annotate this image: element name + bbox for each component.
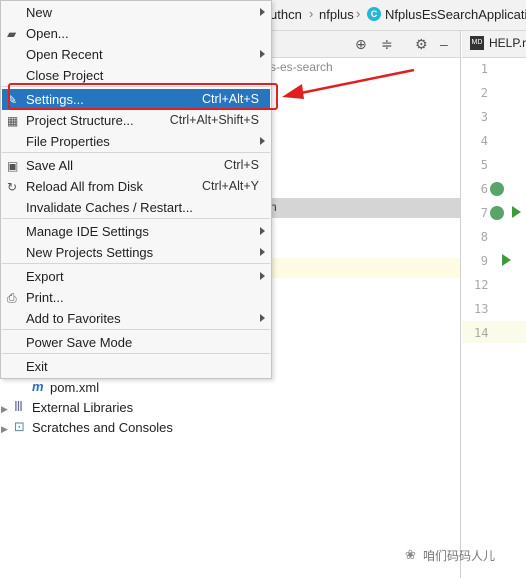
menu-item-save-all[interactable]: ▣ Save All Ctrl+S [2, 155, 270, 176]
line-number: 13 [474, 302, 489, 316]
run-icon[interactable] [512, 206, 521, 218]
tree-item-external-libraries[interactable]: External Libraries [32, 400, 133, 415]
collapse-icon[interactable]: ≑ [381, 36, 393, 53]
menu-item-reload[interactable]: ↻ Reload All from Disk Ctrl+Alt+Y [2, 176, 270, 197]
menu-separator [2, 218, 270, 219]
menu-item-power-save-mode[interactable]: Power Save Mode [2, 332, 270, 353]
line-number: 8 [480, 230, 488, 244]
gear-icon[interactable]: ⚙ [415, 36, 428, 53]
breadcrumb-item[interactable]: uthcn [270, 7, 302, 22]
print-icon: ⎙ [7, 291, 17, 305]
tree-item-pom[interactable]: pom.xml [50, 380, 99, 395]
minimize-icon[interactable]: – [440, 36, 448, 52]
menu-separator [2, 263, 270, 264]
scratches-icon: ⊡ [14, 419, 25, 434]
line-number: 3 [480, 110, 488, 124]
expand-arrow-icon[interactable]: ▶ [1, 424, 8, 435]
wechat-icon: ❀ [405, 547, 416, 562]
maven-icon: m [32, 379, 44, 394]
chevron-right-icon: › [309, 6, 314, 21]
line-number: 6 [480, 182, 488, 196]
line-number: 4 [480, 134, 488, 148]
submenu-arrow-icon [260, 8, 265, 16]
menu-item-new[interactable]: New [2, 2, 270, 23]
submenu-arrow-icon [260, 314, 265, 322]
project-panel-header: ⊕ ≑ ⚙ – [270, 31, 460, 58]
submenu-arrow-icon [260, 227, 265, 235]
line-number: 2 [480, 86, 488, 100]
libraries-icon: Ⅲ [14, 399, 23, 414]
breadcrumb-item[interactable]: nfplus [319, 7, 354, 22]
line-number: 5 [480, 158, 488, 172]
menu-item-new-projects-settings[interactable]: New Projects Settings [2, 242, 270, 263]
menu-separator [2, 353, 270, 354]
chevron-right-icon: › [356, 6, 361, 21]
submenu-arrow-icon [260, 272, 265, 280]
menu-item-add-to-favorites[interactable]: Add to Favorites [2, 308, 270, 329]
watermark-text: 咱们码码人儿 [423, 549, 496, 563]
locate-icon[interactable]: ⊕ [355, 36, 367, 53]
editor-tab-label[interactable]: HELP.r [489, 36, 526, 50]
editor-gutter: 1 2 3 4 5 6 7 8 9 12 13 14 [462, 58, 526, 578]
menu-item-open[interactable]: ▰ Open... [2, 23, 270, 44]
spring-bean-icon[interactable] [490, 182, 504, 196]
spring-class-icon: C [367, 7, 381, 21]
tree-item-scratches[interactable]: Scratches and Consoles [32, 420, 173, 435]
markdown-file-icon: MD [470, 36, 484, 50]
folder-icon: ▰ [7, 27, 17, 41]
menu-item-exit[interactable]: Exit [2, 356, 270, 377]
line-number: 14 [474, 326, 489, 340]
expand-arrow-icon[interactable]: ▶ [1, 404, 8, 415]
submenu-arrow-icon [260, 50, 265, 58]
menu-item-file-properties[interactable]: File Properties [2, 131, 270, 152]
menu-separator [2, 152, 270, 153]
run-icon[interactable] [502, 254, 511, 266]
structure-icon: ▦ [7, 114, 19, 128]
menu-item-print[interactable]: ⎙ Print... [2, 287, 270, 308]
line-number: 7 [480, 206, 488, 220]
panel-divider[interactable] [460, 31, 461, 578]
menu-item-project-structure[interactable]: ▦ Project Structure... Ctrl+Alt+Shift+S [2, 110, 270, 131]
line-number: 9 [480, 254, 488, 268]
reload-icon: ↻ [7, 180, 18, 194]
menu-item-open-recent[interactable]: Open Recent [2, 44, 270, 65]
menu-separator [2, 329, 270, 330]
annotation-arrow-icon [282, 68, 415, 99]
tree-selected-row[interactable] [270, 198, 460, 218]
file-menu: New ▰ Open... Open Recent Close Project ✎… [0, 0, 272, 379]
line-number: 1 [480, 62, 488, 76]
breadcrumb-item[interactable]: NfplusEsSearchApplicati [385, 7, 526, 22]
save-icon: ▣ [7, 159, 19, 173]
menu-item-export[interactable]: Export [2, 266, 270, 287]
spring-bean-icon[interactable] [490, 206, 504, 220]
submenu-arrow-icon [260, 248, 265, 256]
annotation-highlight-box [8, 83, 278, 110]
menu-item-manage-ide-settings[interactable]: Manage IDE Settings [2, 221, 270, 242]
tree-highlight-row [270, 258, 460, 278]
line-number: 12 [474, 278, 489, 292]
submenu-arrow-icon [260, 137, 265, 145]
menu-item-invalidate-caches[interactable]: Invalidate Caches / Restart... [2, 197, 270, 218]
